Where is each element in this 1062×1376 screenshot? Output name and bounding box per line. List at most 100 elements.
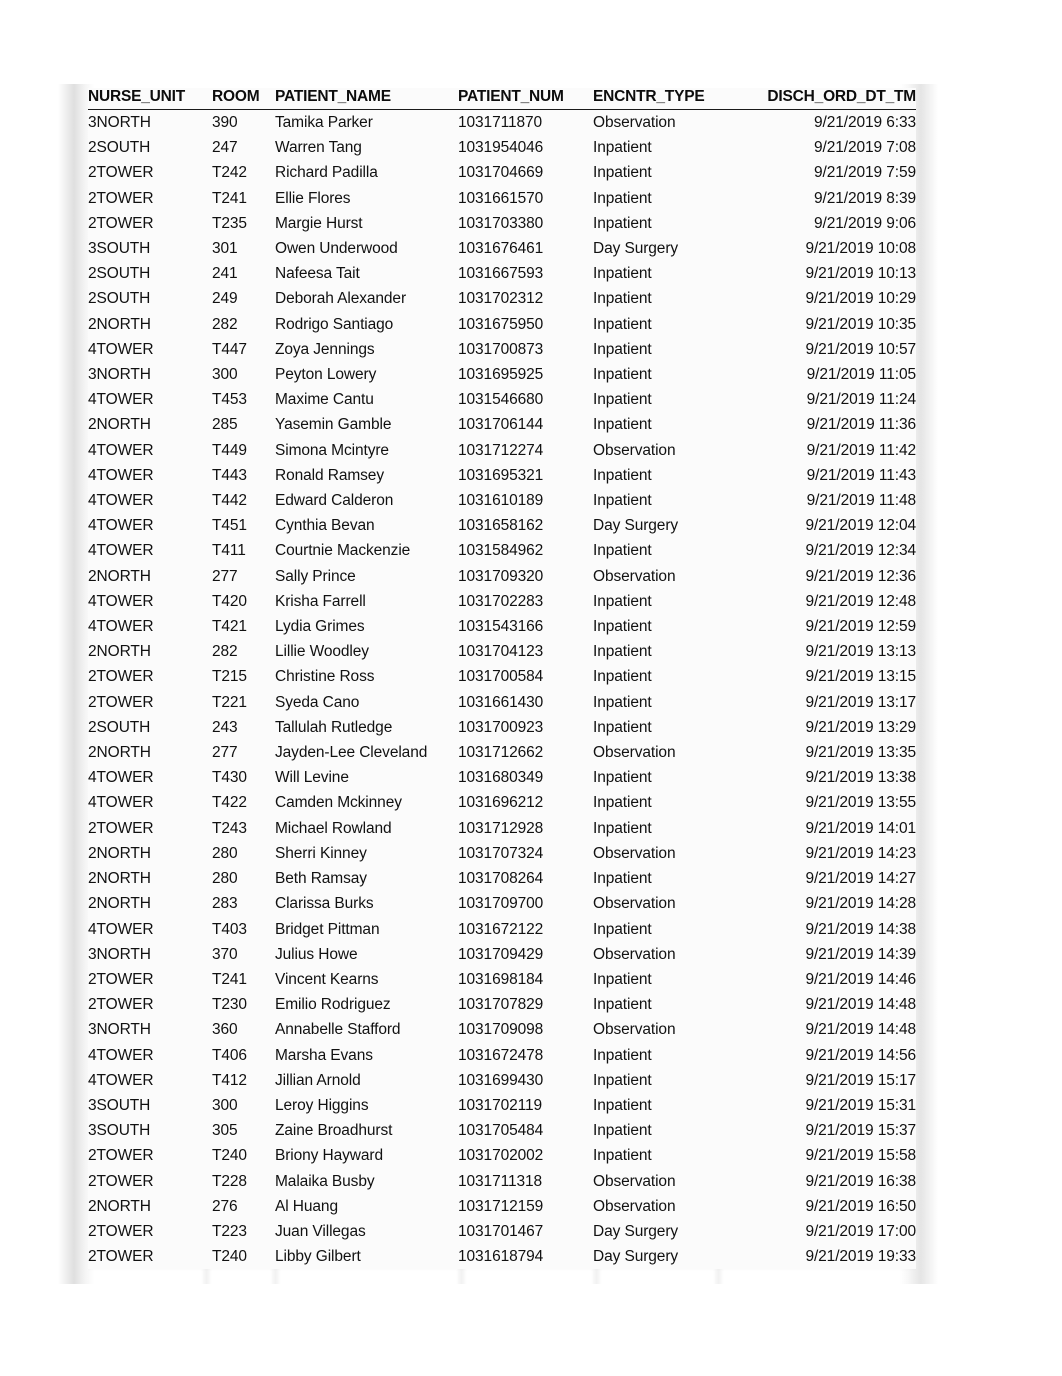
cell-disch_ord[interactable]: 9/21/2019 12:36: [715, 564, 916, 589]
column-header-encntr-type[interactable]: ENCNTR_TYPE: [593, 88, 715, 110]
cell-encntr_type[interactable]: Inpatient: [593, 387, 715, 412]
cell-encntr_type[interactable]: Inpatient: [593, 412, 715, 437]
cell-patient_num[interactable]: 1031672122: [458, 917, 593, 942]
cell-patient_num[interactable]: 1031954046: [458, 135, 593, 160]
cell-nurse_unit[interactable]: 4TOWER: [88, 1068, 212, 1093]
cell-room[interactable]: 300: [212, 362, 275, 387]
cell-room[interactable]: 241: [212, 261, 275, 286]
cell-disch_ord[interactable]: 9/21/2019 13:17: [715, 690, 916, 715]
table-row[interactable]: 2TOWER T223 Juan Villegas 1031701467 Day Sur…: [88, 1219, 916, 1244]
cell-encntr_type[interactable]: Inpatient: [593, 1068, 715, 1093]
cell-encntr_type[interactable]: Inpatient: [593, 765, 715, 790]
table-row[interactable]: 4TOWER T449 Simona Mcintyre 1031712274 Obser…: [88, 438, 916, 463]
cell-room[interactable]: 243: [212, 715, 275, 740]
cell-disch_ord[interactable]: 9/21/2019 10:29: [715, 286, 916, 311]
cell-patient_name[interactable]: Juan Villegas: [275, 1219, 458, 1244]
cell-disch_ord[interactable]: 9/21/2019 16:50: [715, 1194, 916, 1219]
cell-room[interactable]: T403: [212, 917, 275, 942]
cell-disch_ord[interactable]: 9/21/2019 11:36: [715, 412, 916, 437]
cell-patient_name[interactable]: Ellie Flores: [275, 186, 458, 211]
cell-room[interactable]: T447: [212, 337, 275, 362]
cell-room[interactable]: T421: [212, 614, 275, 639]
cell-room[interactable]: T451: [212, 513, 275, 538]
cell-room[interactable]: T228: [212, 1169, 275, 1194]
cell-patient_num[interactable]: 1031712159: [458, 1194, 593, 1219]
table-row[interactable]: 2NORTH 282 Rodrigo Santiago 1031675950 Inpat…: [88, 312, 916, 337]
cell-patient_name[interactable]: Tamika Parker: [275, 110, 458, 136]
cell-patient_num[interactable]: 1031667593: [458, 261, 593, 286]
cell-room[interactable]: T240: [212, 1143, 275, 1168]
cell-patient_num[interactable]: 1031711870: [458, 110, 593, 136]
cell-nurse_unit[interactable]: 2TOWER: [88, 1244, 212, 1269]
column-header-room[interactable]: ROOM: [212, 88, 275, 110]
cell-nurse_unit[interactable]: 4TOWER: [88, 463, 212, 488]
cell-room[interactable]: 277: [212, 564, 275, 589]
cell-patient_name[interactable]: Annabelle Stafford: [275, 1017, 458, 1042]
cell-patient_name[interactable]: Bridget Pittman: [275, 917, 458, 942]
cell-patient_num[interactable]: 1031661430: [458, 690, 593, 715]
cell-nurse_unit[interactable]: 4TOWER: [88, 387, 212, 412]
cell-room[interactable]: T420: [212, 589, 275, 614]
cell-encntr_type[interactable]: Inpatient: [593, 967, 715, 992]
cell-disch_ord[interactable]: 9/21/2019 12:48: [715, 589, 916, 614]
cell-patient_name[interactable]: Nafeesa Tait: [275, 261, 458, 286]
cell-room[interactable]: T453: [212, 387, 275, 412]
cell-nurse_unit[interactable]: 4TOWER: [88, 538, 212, 563]
cell-patient_name[interactable]: Camden Mckinney: [275, 790, 458, 815]
cell-encntr_type[interactable]: Inpatient: [593, 1093, 715, 1118]
table-row[interactable]: 4TOWER T420 Krisha Farrell 1031702283 Inpati…: [88, 589, 916, 614]
cell-patient_num[interactable]: 1031584962: [458, 538, 593, 563]
table-row[interactable]: 3SOUTH 301 Owen Underwood 1031676461 Day Sur…: [88, 236, 916, 261]
cell-nurse_unit[interactable]: 2NORTH: [88, 312, 212, 337]
cell-encntr_type[interactable]: Day Surgery: [593, 236, 715, 261]
cell-disch_ord[interactable]: 9/21/2019 11:43: [715, 463, 916, 488]
cell-patient_name[interactable]: Libby Gilbert: [275, 1244, 458, 1269]
cell-patient_num[interactable]: 1031696212: [458, 790, 593, 815]
cell-room[interactable]: 282: [212, 639, 275, 664]
table-row[interactable]: 2NORTH 276 Al Huang 1031712159 Observation 9/…: [88, 1194, 916, 1219]
cell-patient_num[interactable]: 1031675950: [458, 312, 593, 337]
table-row[interactable]: 3NORTH 300 Peyton Lowery 1031695925 Inpatien…: [88, 362, 916, 387]
cell-room[interactable]: T412: [212, 1068, 275, 1093]
cell-nurse_unit[interactable]: 2NORTH: [88, 639, 212, 664]
cell-nurse_unit[interactable]: 4TOWER: [88, 765, 212, 790]
cell-nurse_unit[interactable]: 2SOUTH: [88, 261, 212, 286]
cell-disch_ord[interactable]: 9/21/2019 14:38: [715, 917, 916, 942]
cell-patient_name[interactable]: Tallulah Rutledge: [275, 715, 458, 740]
table-row[interactable]: 3NORTH 360 Annabelle Stafford 1031709098 Obs…: [88, 1017, 916, 1042]
cell-patient_num[interactable]: 1031709320: [458, 564, 593, 589]
cell-room[interactable]: T430: [212, 765, 275, 790]
table-row[interactable]: 4TOWER T406 Marsha Evans 1031672478 Inpatien…: [88, 1043, 916, 1068]
table-row[interactable]: 4TOWER T421 Lydia Grimes 1031543166 Inpatien…: [88, 614, 916, 639]
cell-nurse_unit[interactable]: 4TOWER: [88, 337, 212, 362]
cell-room[interactable]: T242: [212, 160, 275, 185]
table-row[interactable]: 3NORTH 370 Julius Howe 1031709429 Observatio…: [88, 942, 916, 967]
cell-patient_name[interactable]: Rodrigo Santiago: [275, 312, 458, 337]
cell-encntr_type[interactable]: Inpatient: [593, 463, 715, 488]
cell-patient_num[interactable]: 1031712274: [458, 438, 593, 463]
table-row[interactable]: 4TOWER T443 Ronald Ramsey 1031695321 Inpatie…: [88, 463, 916, 488]
cell-patient_name[interactable]: Christine Ross: [275, 664, 458, 689]
cell-encntr_type[interactable]: Inpatient: [593, 261, 715, 286]
cell-nurse_unit[interactable]: 2SOUTH: [88, 715, 212, 740]
table-row[interactable]: 4TOWER T430 Will Levine 1031680349 Inpatient…: [88, 765, 916, 790]
column-header-patient-name[interactable]: PATIENT_NAME: [275, 88, 458, 110]
cell-room[interactable]: 276: [212, 1194, 275, 1219]
cell-encntr_type[interactable]: Inpatient: [593, 917, 715, 942]
cell-encntr_type[interactable]: Day Surgery: [593, 513, 715, 538]
cell-patient_name[interactable]: Michael Rowland: [275, 816, 458, 841]
cell-nurse_unit[interactable]: 4TOWER: [88, 488, 212, 513]
cell-nurse_unit[interactable]: 4TOWER: [88, 614, 212, 639]
cell-patient_num[interactable]: 1031658162: [458, 513, 593, 538]
cell-disch_ord[interactable]: 9/21/2019 16:38: [715, 1169, 916, 1194]
cell-encntr_type[interactable]: Inpatient: [593, 614, 715, 639]
cell-patient_num[interactable]: 1031711318: [458, 1169, 593, 1194]
cell-encntr_type[interactable]: Inpatient: [593, 312, 715, 337]
cell-encntr_type[interactable]: Observation: [593, 1169, 715, 1194]
cell-patient_num[interactable]: 1031661570: [458, 186, 593, 211]
cell-patient_num[interactable]: 1031610189: [458, 488, 593, 513]
cell-nurse_unit[interactable]: 4TOWER: [88, 790, 212, 815]
cell-patient_name[interactable]: Ronald Ramsey: [275, 463, 458, 488]
table-row[interactable]: 4TOWER T412 Jillian Arnold 1031699430 Inpati…: [88, 1068, 916, 1093]
cell-nurse_unit[interactable]: 2SOUTH: [88, 286, 212, 311]
